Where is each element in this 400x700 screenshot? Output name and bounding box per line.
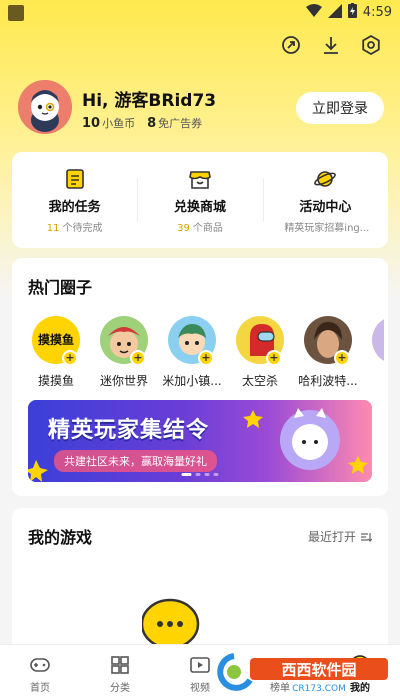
section-title: 热门圈子: [28, 278, 93, 297]
join-circle-icon[interactable]: +: [62, 350, 78, 366]
promo-banner[interactable]: 精英玩家集结令 共建社区未来，赢取海量好礼: [28, 400, 372, 482]
wifi-icon: [305, 3, 322, 22]
video-icon: [190, 657, 210, 673]
coins-stat[interactable]: 10 小鱼币: [82, 115, 135, 131]
adfree-label: 免广告券: [158, 117, 203, 130]
tab-category[interactable]: 分类: [80, 645, 160, 700]
quick-action-events[interactable]: 活动中心 精英玩家招募ing...: [262, 152, 388, 248]
sort-icon: [361, 532, 372, 542]
hot-circles-card: 热门圈子 摸摸鱼 + 摸摸鱼 + 迷你世界 + 米加小镇... + 太空杀 + …: [12, 258, 388, 496]
notification-icon: [8, 5, 24, 21]
quick-action-sub: 39 个商品: [177, 223, 223, 234]
tab-label: 视频: [190, 683, 210, 694]
join-circle-icon[interactable]: +: [266, 350, 282, 366]
login-button[interactable]: 立即登录: [296, 92, 384, 124]
sort-toggle[interactable]: 最近打开: [308, 528, 372, 545]
circle-item[interactable]: + 哈利波特...: [298, 316, 358, 389]
settings-icon[interactable]: [360, 34, 382, 56]
join-circle-icon[interactable]: +: [334, 350, 350, 366]
username: Hi, 游客BRid73: [82, 91, 217, 111]
task-list-icon: [65, 169, 84, 189]
circle-item[interactable]: + 迷你世界: [96, 316, 152, 389]
quick-action-sub: 精英玩家招募ing...: [284, 223, 370, 234]
status-bar: 4:59: [0, 0, 400, 26]
join-circle-icon[interactable]: +: [130, 350, 146, 366]
grid-icon: [111, 656, 129, 674]
banner-subtitle: 共建社区未来，赢取海量好礼: [54, 450, 217, 472]
tab-label: 首页: [30, 683, 50, 694]
tab-home[interactable]: 首页: [0, 645, 80, 700]
circle-item[interactable]: 王: [368, 316, 384, 389]
svg-text:西西软件园: 西西软件园: [281, 661, 356, 679]
adfree-stat[interactable]: 8 免广告券: [147, 115, 202, 131]
download-icon[interactable]: [320, 34, 342, 56]
circle-label: 太空杀: [241, 374, 278, 388]
shop-icon: [189, 171, 211, 189]
circle-label: 哈利波特...: [298, 374, 358, 388]
avatar[interactable]: [18, 80, 72, 134]
profile-header: Hi, 游客BRid73 10 小鱼币 8 免广告券 立即登录: [18, 80, 384, 136]
circle-label: 迷你世界: [99, 374, 148, 388]
banner-title: 精英玩家集结令: [48, 418, 210, 443]
adfree-value: 8: [147, 116, 157, 131]
circle-avatar: [372, 316, 384, 364]
battery-icon: [347, 3, 357, 22]
banner-pagination: [181, 473, 219, 476]
sort-label: 最近打开: [307, 530, 356, 544]
circle-item[interactable]: + 米加小镇...: [162, 316, 222, 389]
circle-item[interactable]: 摸摸鱼 + 摸摸鱼: [28, 316, 84, 389]
join-circle-icon[interactable]: +: [198, 350, 214, 366]
header-actions: [280, 34, 382, 56]
user-stats: 10 小鱼币 8 免广告券: [82, 115, 202, 131]
gamepad-icon: [30, 658, 50, 672]
circle-label: 米加小镇...: [162, 374, 222, 388]
circle-item[interactable]: + 太空杀: [232, 316, 288, 389]
quick-action-title: 我的任务: [48, 200, 101, 215]
svg-text:CR173.COM: CR173.COM: [292, 684, 346, 694]
quick-action-tasks[interactable]: 我的任务 11 个待完成: [12, 152, 137, 248]
tab-label: 分类: [110, 683, 130, 694]
signal-icon: [327, 3, 342, 22]
quick-action-shop[interactable]: 兑换商城 39 个商品: [137, 152, 262, 248]
quick-action-sub: 11 个待完成: [46, 223, 103, 234]
circle-label: 摸摸鱼: [37, 374, 74, 388]
circles-list[interactable]: 摸摸鱼 + 摸摸鱼 + 迷你世界 + 米加小镇... + 太空杀 + 哈利波特.…: [28, 316, 384, 389]
planet-icon: [314, 171, 337, 187]
coins-value: 10: [82, 116, 101, 131]
circle-badge-text: 摸摸鱼: [37, 333, 74, 347]
watermark-logo: 西西软件园 CR173.COM: [212, 650, 392, 694]
coins-label: 小鱼币: [102, 117, 136, 130]
quick-action-title: 兑换商城: [173, 200, 226, 215]
share-icon[interactable]: [280, 34, 302, 56]
quick-actions-card: 我的任务 11 个待完成 兑换商城 39 个商品 活动中心 精英玩家招募ing...: [12, 152, 388, 248]
quick-action-title: 活动中心: [299, 200, 352, 215]
status-time: 4:59: [362, 5, 392, 20]
section-title: 我的游戏: [28, 528, 93, 547]
